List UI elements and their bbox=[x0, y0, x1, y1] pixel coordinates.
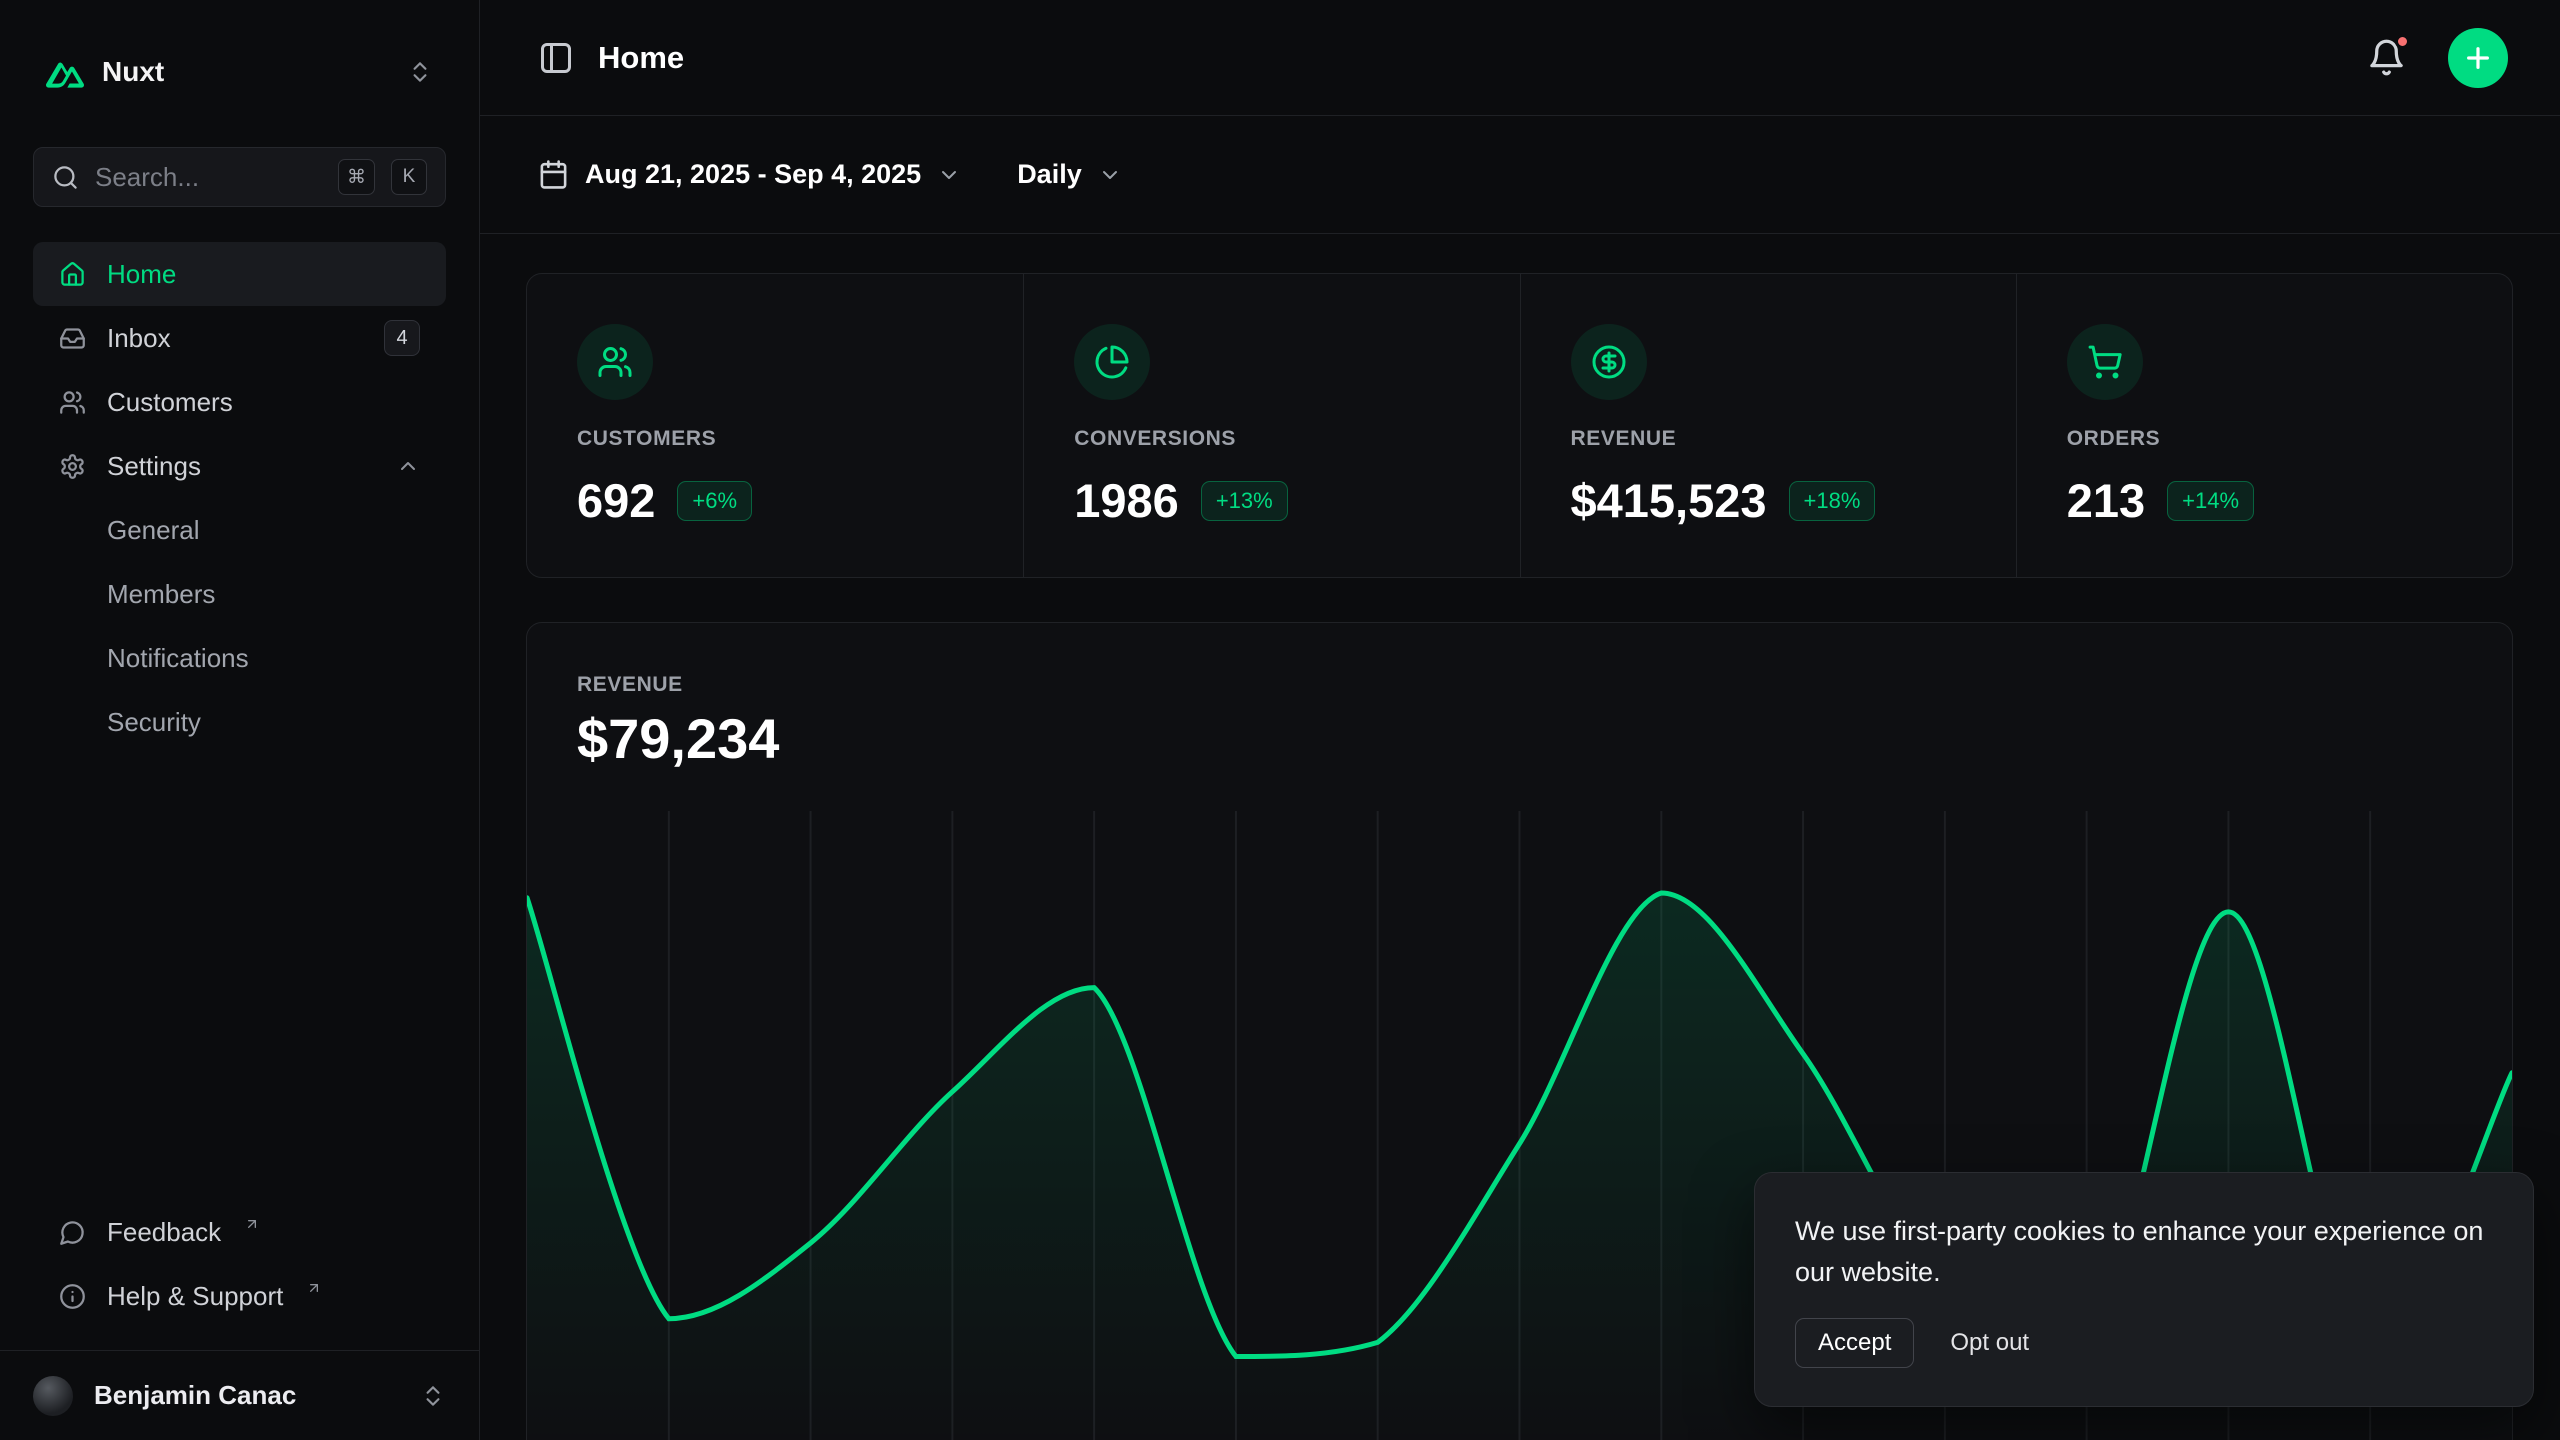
external-link-icon bbox=[244, 1216, 260, 1232]
home-icon bbox=[59, 261, 86, 288]
sidebar-item-label: Customers bbox=[107, 387, 233, 418]
sidebar-item-customers[interactable]: Customers bbox=[33, 370, 446, 434]
sidebar-spacer bbox=[0, 754, 479, 1200]
nuxt-logo-icon bbox=[46, 56, 84, 88]
user-name: Benjamin Canac bbox=[94, 1380, 296, 1411]
add-button[interactable] bbox=[2448, 28, 2508, 88]
date-range-label: Aug 21, 2025 - Sep 4, 2025 bbox=[585, 159, 921, 190]
stat-value: 213 bbox=[2067, 473, 2145, 528]
sidebar-subitem-label: Notifications bbox=[107, 643, 249, 674]
revenue-chart-label: REVENUE bbox=[577, 673, 2462, 697]
kbd-k: K bbox=[391, 159, 427, 195]
search-input[interactable]: Search... ⌘ K bbox=[33, 147, 446, 207]
revenue-chart-header: REVENUE $79,234 bbox=[527, 623, 2512, 767]
user-menu[interactable]: Benjamin Canac bbox=[0, 1350, 479, 1440]
delta-badge: +14% bbox=[2167, 481, 2254, 521]
accept-button[interactable]: Accept bbox=[1795, 1318, 1914, 1368]
sidebar-subitem-general[interactable]: General bbox=[33, 498, 446, 562]
opt-out-button[interactable]: Opt out bbox=[1950, 1329, 2029, 1357]
stat-value: $415,523 bbox=[1571, 473, 1767, 528]
sidebar: Nuxt Search... ⌘ K Home bbox=[0, 0, 480, 1440]
chat-bubble-icon bbox=[59, 1219, 86, 1246]
sidebar-nav: Home Inbox 4 Customers Settings bbox=[0, 207, 479, 754]
filters-bar: Aug 21, 2025 - Sep 4, 2025 Daily bbox=[480, 116, 2560, 234]
kbd-cmd: ⌘ bbox=[338, 159, 375, 195]
calendar-icon bbox=[538, 159, 569, 190]
page-title: Home bbox=[598, 40, 684, 76]
sidebar-item-label: Settings bbox=[107, 451, 201, 482]
notification-dot bbox=[2395, 34, 2410, 49]
stat-label: CUSTOMERS bbox=[577, 427, 973, 451]
sidebar-subitem-label: General bbox=[107, 515, 200, 546]
chevrons-up-down-icon bbox=[407, 59, 433, 85]
date-range-picker[interactable]: Aug 21, 2025 - Sep 4, 2025 bbox=[538, 159, 961, 190]
sidebar-footer: Feedback Help & Support bbox=[0, 1200, 479, 1350]
granularity-select[interactable]: Daily bbox=[1017, 159, 1122, 190]
sidebar-item-label: Feedback bbox=[107, 1217, 221, 1248]
sidebar-item-label: Help & Support bbox=[107, 1281, 283, 1312]
stat-value: 692 bbox=[577, 473, 655, 528]
plus-icon bbox=[2462, 42, 2494, 74]
chevron-down-icon bbox=[1098, 163, 1122, 187]
granularity-label: Daily bbox=[1017, 159, 1082, 190]
users-icon bbox=[59, 389, 86, 416]
stat-value: 1986 bbox=[1074, 473, 1179, 528]
delta-badge: +18% bbox=[1789, 481, 1876, 521]
stat-label: CONVERSIONS bbox=[1074, 427, 1469, 451]
sidebar-item-home[interactable]: Home bbox=[33, 242, 446, 306]
sidebar-subitem-security[interactable]: Security bbox=[33, 690, 446, 754]
cookie-banner: We use first-party cookies to enhance yo… bbox=[1754, 1172, 2534, 1407]
sidebar-item-inbox[interactable]: Inbox 4 bbox=[33, 306, 446, 370]
chevron-up-icon bbox=[396, 454, 420, 478]
inbox-count-badge: 4 bbox=[384, 320, 420, 356]
sidebar-item-label: Home bbox=[107, 259, 176, 290]
sidebar-item-settings[interactable]: Settings bbox=[33, 434, 446, 498]
users-icon bbox=[577, 324, 653, 400]
pie-chart-icon bbox=[1074, 324, 1150, 400]
inbox-icon bbox=[59, 325, 86, 352]
stats-row: CUSTOMERS 692 +6% CONVERSIONS 1986 +13% bbox=[526, 273, 2513, 578]
stat-card-customers[interactable]: CUSTOMERS 692 +6% bbox=[527, 274, 1023, 577]
sidebar-subitem-label: Security bbox=[107, 707, 201, 738]
workspace-switcher[interactable]: Nuxt bbox=[33, 40, 446, 104]
sidebar-top: Nuxt bbox=[0, 0, 479, 104]
sidebar-toggle-icon[interactable] bbox=[538, 40, 574, 76]
sidebar-subitem-members[interactable]: Members bbox=[33, 562, 446, 626]
sidebar-item-help-support[interactable]: Help & Support bbox=[33, 1264, 446, 1328]
notifications-button[interactable] bbox=[2361, 32, 2412, 83]
search-icon bbox=[52, 164, 79, 191]
sidebar-item-feedback[interactable]: Feedback bbox=[33, 1200, 446, 1264]
chevron-down-icon bbox=[937, 163, 961, 187]
page-header: Home bbox=[480, 0, 2560, 116]
avatar bbox=[33, 1376, 73, 1416]
dollar-circle-icon bbox=[1571, 324, 1647, 400]
cookie-message: We use first-party cookies to enhance yo… bbox=[1795, 1211, 2493, 1292]
search-placeholder: Search... bbox=[95, 162, 322, 193]
sidebar-subitem-label: Members bbox=[107, 579, 215, 610]
gear-icon bbox=[59, 453, 86, 480]
delta-badge: +13% bbox=[1201, 481, 1288, 521]
sidebar-item-label: Inbox bbox=[107, 323, 171, 354]
stat-label: REVENUE bbox=[1571, 427, 1966, 451]
workspace-name: Nuxt bbox=[102, 56, 164, 88]
stat-card-revenue[interactable]: REVENUE $415,523 +18% bbox=[1520, 274, 2016, 577]
cookie-actions: Accept Opt out bbox=[1795, 1318, 2493, 1368]
shopping-cart-icon bbox=[2067, 324, 2143, 400]
external-link-icon bbox=[306, 1280, 322, 1296]
stat-label: ORDERS bbox=[2067, 427, 2462, 451]
sidebar-subitem-notifications[interactable]: Notifications bbox=[33, 626, 446, 690]
delta-badge: +6% bbox=[677, 481, 752, 521]
info-circle-icon bbox=[59, 1283, 86, 1310]
stat-card-conversions[interactable]: CONVERSIONS 1986 +13% bbox=[1023, 274, 1519, 577]
stat-card-orders[interactable]: ORDERS 213 +14% bbox=[2016, 274, 2512, 577]
chevrons-up-down-icon bbox=[420, 1383, 446, 1409]
header-actions bbox=[2361, 28, 2508, 88]
revenue-chart-value: $79,234 bbox=[577, 711, 2462, 767]
